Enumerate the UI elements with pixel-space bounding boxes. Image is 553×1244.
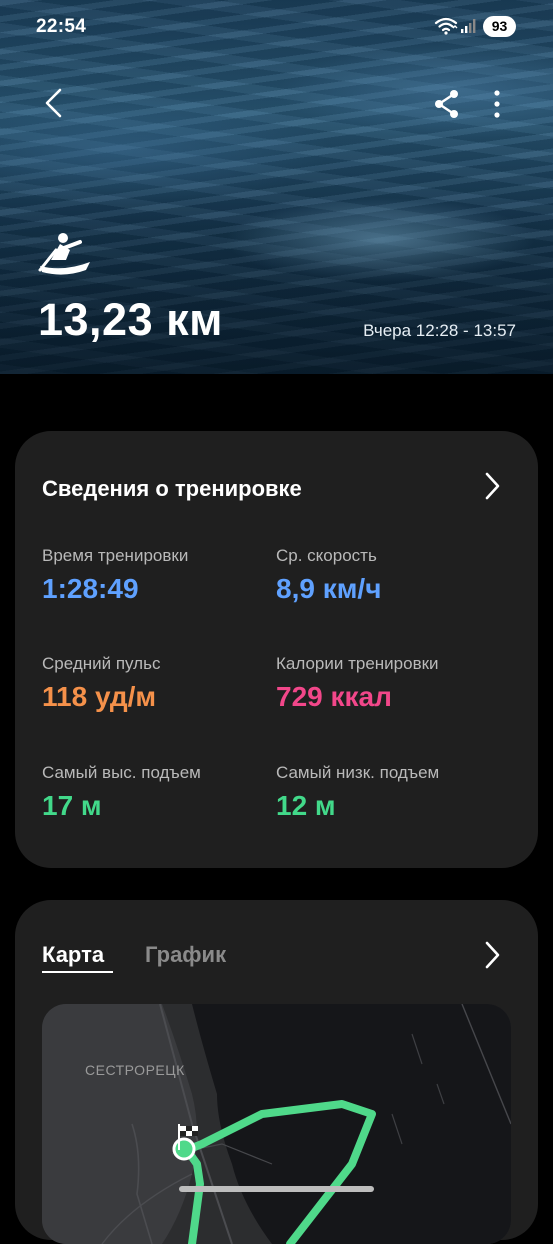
stat-label-avg-heart-rate: Средний пульс — [42, 654, 161, 673]
stat-value-avg-heart-rate: 118 уд/м — [42, 681, 157, 712]
more-vertical-icon[interactable] — [486, 88, 508, 120]
tab-map[interactable]: Карта — [42, 942, 104, 968]
chevron-right-icon[interactable] — [482, 471, 502, 501]
tab-graph[interactable]: График — [145, 942, 226, 968]
route-map[interactable]: СЕСТРОРЕЦК — [42, 1004, 511, 1244]
stat-value-min-elevation: 12 м — [276, 790, 336, 821]
share-icon[interactable] — [432, 88, 462, 120]
status-bar: 22:54 93 — [0, 0, 553, 56]
status-time: 22:54 — [36, 16, 87, 37]
start-marker — [172, 1137, 196, 1161]
map-city-label: СЕСТРОРЕЦК — [85, 1062, 185, 1078]
workout-distance: 13,23 км — [38, 294, 223, 345]
workout-details-card[interactable]: Сведения о тренировке Время тренировки 1… — [15, 431, 538, 868]
wifi-icon — [434, 17, 458, 35]
stat-value-avg-speed: 8,9 км/ч — [276, 573, 382, 604]
stat-value-max-elevation: 17 м — [42, 790, 102, 821]
stat-label-max-elevation: Самый выс. подъем — [42, 763, 201, 782]
map-canvas — [42, 1004, 511, 1244]
tab-map-underline — [42, 971, 113, 973]
chevron-left-icon[interactable] — [38, 86, 72, 120]
workout-date-range: Вчера 12:28 - 13:57 — [363, 321, 516, 340]
stat-label-duration: Время тренировки — [42, 546, 189, 565]
stat-label-avg-speed: Ср. скорость — [276, 546, 377, 565]
rowing-icon — [38, 233, 90, 275]
signal-icon — [461, 19, 476, 33]
details-title: Сведения о тренировке — [42, 476, 302, 501]
battery-indicator: 93 — [483, 16, 516, 37]
stat-value-calories: 729 ккал — [276, 681, 392, 712]
stat-label-calories: Калории тренировки — [276, 654, 439, 673]
home-indicator[interactable] — [179, 1186, 374, 1192]
chevron-right-icon[interactable] — [482, 940, 502, 970]
stat-value-duration: 1:28:49 — [42, 573, 139, 604]
stat-label-min-elevation: Самый низк. подъем — [276, 763, 440, 782]
